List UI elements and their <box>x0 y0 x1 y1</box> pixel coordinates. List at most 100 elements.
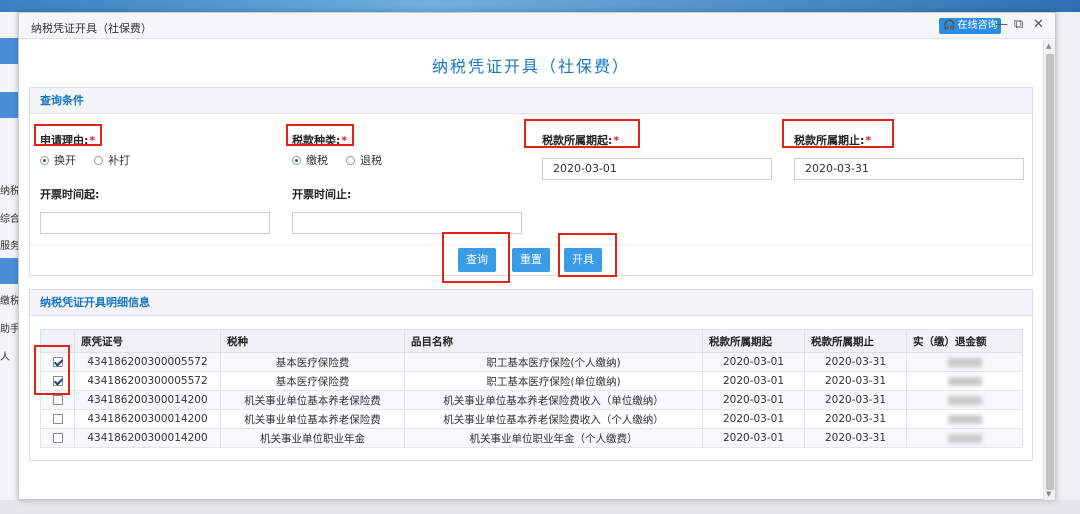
cell-period-end: 2020-03-31 <box>804 352 907 372</box>
cell-item: 职工基本医疗保险(个人缴纳) <box>404 352 703 372</box>
cell-item: 职工基本医疗保险(单位缴纳) <box>404 371 703 391</box>
cell-amount <box>906 428 1023 448</box>
detail-panel-header: 纳税凭证开具明细信息 <box>30 290 1032 316</box>
col-header-tax[interactable]: 税种 <box>220 329 405 353</box>
table-row[interactable]: 434186200300014200 机关事业单位基本养老保险费 机关事业单位基… <box>40 409 1023 429</box>
row-checkbox[interactable] <box>52 433 63 443</box>
col-header-period-start[interactable]: 税款所属期起 <box>702 329 805 353</box>
cell-voucher: 434186200300005572 <box>74 371 221 391</box>
dialog-title: 纳税凭证开具（社保费） <box>31 22 152 35</box>
cell-voucher: 434186200300014200 <box>74 428 221 448</box>
detail-table: 原凭证号 税种 品目名称 税款所属期起 税款所属期止 实（缴）退金额 43418… <box>40 329 1023 448</box>
ticket-start-input[interactable] <box>40 212 270 234</box>
maximize-icon[interactable]: ⧉ <box>1014 17 1023 33</box>
redacted-amount <box>947 376 982 386</box>
table-row[interactable]: 434186200300014200 机关事业单位职业年金 机关事业单位职业年金… <box>40 428 1023 448</box>
online-consult-label: 在线咨询 <box>957 20 998 31</box>
query-panel: 查询条件 申请理由:* 换开 补打 税款种类:* 缴税 退税 税款所属期起:* … <box>29 87 1033 283</box>
sidebar-text[interactable]: 人 <box>0 348 18 363</box>
cell-period-start: 2020-03-01 <box>702 390 805 410</box>
period-end-input[interactable]: 2020-03-31 <box>794 158 1024 180</box>
background-sidebar: 纳税 综合 服务 缴税 助手 人 <box>0 12 18 514</box>
cell-period-end: 2020-03-31 <box>804 390 907 410</box>
radio-reprint[interactable]: 补打 <box>94 152 130 168</box>
cell-tax: 机关事业单位基本养老保险费 <box>220 390 405 410</box>
query-panel-header: 查询条件 <box>30 88 1032 114</box>
vertical-scrollbar[interactable]: ▲ ▼ <box>1043 40 1055 500</box>
reset-button[interactable]: 重置 <box>512 248 550 272</box>
cell-item: 机关事业单位基本养老保险费收入（单位缴纳） <box>404 390 703 410</box>
row-checkbox[interactable] <box>52 395 63 405</box>
radio-reissue[interactable]: 换开 <box>40 152 76 168</box>
dialog-titlebar: 纳税凭证开具（社保费） 🎧 在线咨询 — ⧉ ✕ <box>19 13 1055 39</box>
sidebar-text[interactable]: 纳税 <box>0 182 18 197</box>
cell-amount <box>906 409 1023 429</box>
cell-item: 机关事业单位基本养老保险费收入（个人缴纳） <box>404 409 703 429</box>
redacted-amount <box>947 357 982 367</box>
col-header-period-end[interactable]: 税款所属期止 <box>804 329 907 353</box>
row-checkbox[interactable] <box>52 414 63 424</box>
detail-panel: 纳税凭证开具明细信息 原凭证号 税种 品目名称 税款所属期起 税款所属期止 实（… <box>29 289 1033 461</box>
headset-icon: 🎧 <box>943 20 956 31</box>
background-header <box>0 0 1080 12</box>
sidebar-text[interactable]: 服务 <box>0 237 18 252</box>
table-row[interactable]: 434186200300014200 机关事业单位基本养老保险费 机关事业单位基… <box>40 390 1023 410</box>
cell-period-end: 2020-03-31 <box>804 428 907 448</box>
radio-pay[interactable]: 缴税 <box>292 152 328 168</box>
cell-voucher: 434186200300005572 <box>74 352 221 372</box>
close-icon[interactable]: ✕ <box>1033 17 1044 33</box>
cell-tax: 机关事业单位职业年金 <box>220 428 405 448</box>
cell-amount <box>906 352 1023 372</box>
radio-selected-icon <box>40 155 49 165</box>
highlight-box <box>34 345 70 395</box>
minimize-icon[interactable]: — <box>995 17 1008 33</box>
col-header-amount[interactable]: 实（缴）退金额 <box>906 329 1023 353</box>
cell-tax: 基本医疗保险费 <box>220 352 405 372</box>
radio-unselected-icon <box>94 155 103 165</box>
cell-amount <box>906 390 1023 410</box>
ticket-end-label: 开票时间止: <box>292 188 352 201</box>
highlight-box <box>524 119 640 148</box>
ticket-end-input[interactable] <box>292 212 522 234</box>
sidebar-text[interactable]: 缴税 <box>0 292 18 307</box>
col-header-item[interactable]: 品目名称 <box>404 329 703 353</box>
dialog-window: 纳税凭证开具（社保费） 🎧 在线咨询 — ⧉ ✕ ▲ ▼ 纳税凭证开具（社保费） … <box>18 12 1056 500</box>
cell-period-end: 2020-03-31 <box>804 371 907 391</box>
cell-voucher: 434186200300014200 <box>74 390 221 410</box>
cell-tax: 基本医疗保险费 <box>220 371 405 391</box>
redacted-amount <box>947 395 982 405</box>
period-start-input[interactable]: 2020-03-01 <box>542 158 772 180</box>
cell-amount <box>906 371 1023 391</box>
sidebar-text[interactable]: 助手 <box>0 320 18 335</box>
table-row[interactable]: 434186200300005572 基本医疗保险费 职工基本医疗保险(个人缴纳… <box>40 352 1023 372</box>
radio-unselected-icon <box>346 155 355 165</box>
sidebar-band <box>0 258 18 284</box>
scroll-up-icon[interactable]: ▲ <box>1046 42 1051 50</box>
cell-voucher: 434186200300014200 <box>74 409 221 429</box>
scroll-down-icon[interactable]: ▼ <box>1046 490 1051 498</box>
background-right <box>1056 12 1080 514</box>
query-button[interactable]: 查询 <box>458 248 496 272</box>
cell-period-start: 2020-03-01 <box>702 371 805 391</box>
highlight-box <box>782 119 894 148</box>
cell-item: 机关事业单位职业年金（个人缴费） <box>404 428 703 448</box>
highlight-box <box>286 124 354 146</box>
sidebar-text[interactable]: 综合 <box>0 210 18 225</box>
issue-button[interactable]: 开具 <box>564 248 602 272</box>
scrollbar-thumb[interactable] <box>1046 54 1054 490</box>
divider <box>30 244 1032 245</box>
highlight-box <box>34 124 102 146</box>
table-row[interactable]: 434186200300005572 基本医疗保险费 职工基本医疗保险(单位缴纳… <box>40 371 1023 391</box>
redacted-amount <box>947 433 982 443</box>
cell-period-start: 2020-03-01 <box>702 352 805 372</box>
page-title: 纳税凭证开具（社保费） <box>431 57 630 76</box>
background-bottom <box>0 500 1080 514</box>
online-consult-button[interactable]: 🎧 在线咨询 <box>939 18 1002 34</box>
col-header-voucher[interactable]: 原凭证号 <box>74 329 221 353</box>
cell-period-start: 2020-03-01 <box>702 428 805 448</box>
sidebar-band <box>0 92 18 118</box>
radio-refund[interactable]: 退税 <box>346 152 382 168</box>
cell-tax: 机关事业单位基本养老保险费 <box>220 409 405 429</box>
sidebar-band <box>0 38 18 64</box>
redacted-amount <box>947 414 982 424</box>
